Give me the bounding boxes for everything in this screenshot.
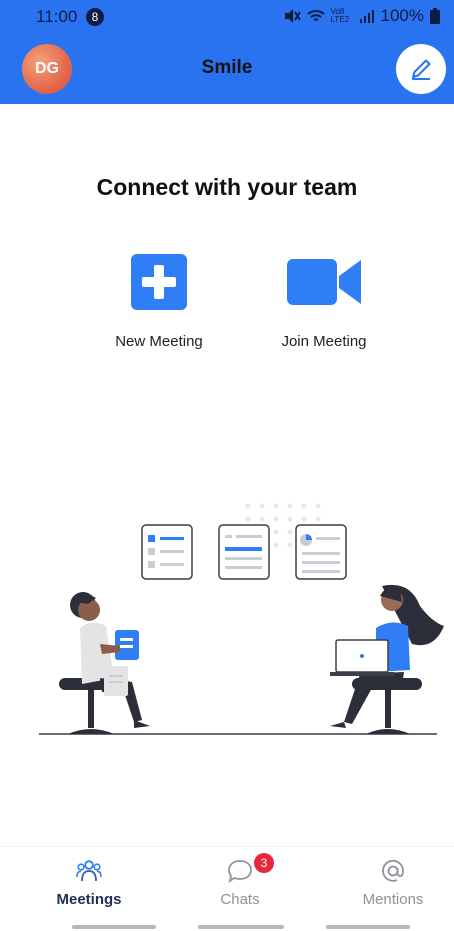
video-camera-icon [287, 259, 361, 305]
at-icon [382, 859, 404, 882]
nav-recents-handle[interactable] [72, 925, 156, 929]
tab-mentions[interactable]: Mentions [333, 859, 453, 908]
document-card-icon [218, 524, 270, 580]
tab-chats-label: Chats [220, 891, 260, 908]
page-title: Smile [201, 57, 253, 78]
wifi-icon [306, 10, 325, 21]
new-meeting-button[interactable]: New Meeting [89, 254, 229, 350]
chat-bubble-icon [228, 860, 252, 884]
bottom-tab-bar: Meetings 3 Chats Mentions [0, 846, 454, 915]
nav-back-handle[interactable] [326, 925, 410, 929]
join-meeting-label: Join Meeting [281, 333, 367, 350]
chats-unread-badge: 3 [254, 853, 274, 873]
pie-card-icon [295, 524, 347, 580]
tab-meetings[interactable]: Meetings [29, 859, 149, 908]
team-illustration [39, 503, 444, 735]
app-header: DG Smile [0, 32, 454, 104]
new-meeting-label: New Meeting [115, 333, 203, 350]
network-label: Vo8 LTE2 [330, 7, 350, 24]
plus-square-icon [131, 254, 187, 310]
notification-count-badge: 8 [86, 8, 104, 26]
status-indicators: Vo8 LTE2 100% [283, 6, 440, 26]
pencil-icon [412, 59, 431, 80]
list-card-icon [141, 524, 193, 580]
signal-icon [359, 10, 374, 23]
mute-icon [284, 9, 301, 23]
status-time: 11:00 [36, 7, 78, 26]
battery-icon [430, 8, 440, 24]
man-on-chair-figure [59, 592, 150, 734]
tab-meetings-label: Meetings [56, 891, 122, 908]
battery-level: 100% [380, 6, 424, 25]
compose-button[interactable] [396, 44, 446, 94]
nav-home-handle[interactable] [198, 925, 284, 929]
people-icon [76, 860, 102, 882]
tab-chats[interactable]: 3 Chats [180, 853, 300, 908]
tab-mentions-label: Mentions [362, 891, 424, 908]
woman-with-laptop-figure [330, 584, 444, 734]
join-meeting-button[interactable]: Join Meeting [254, 254, 394, 350]
system-nav-bar [0, 914, 454, 931]
status-bar: 11:00 8 Vo8 LTE2 100% [0, 0, 454, 32]
headline: Connect with your team [96, 174, 358, 200]
